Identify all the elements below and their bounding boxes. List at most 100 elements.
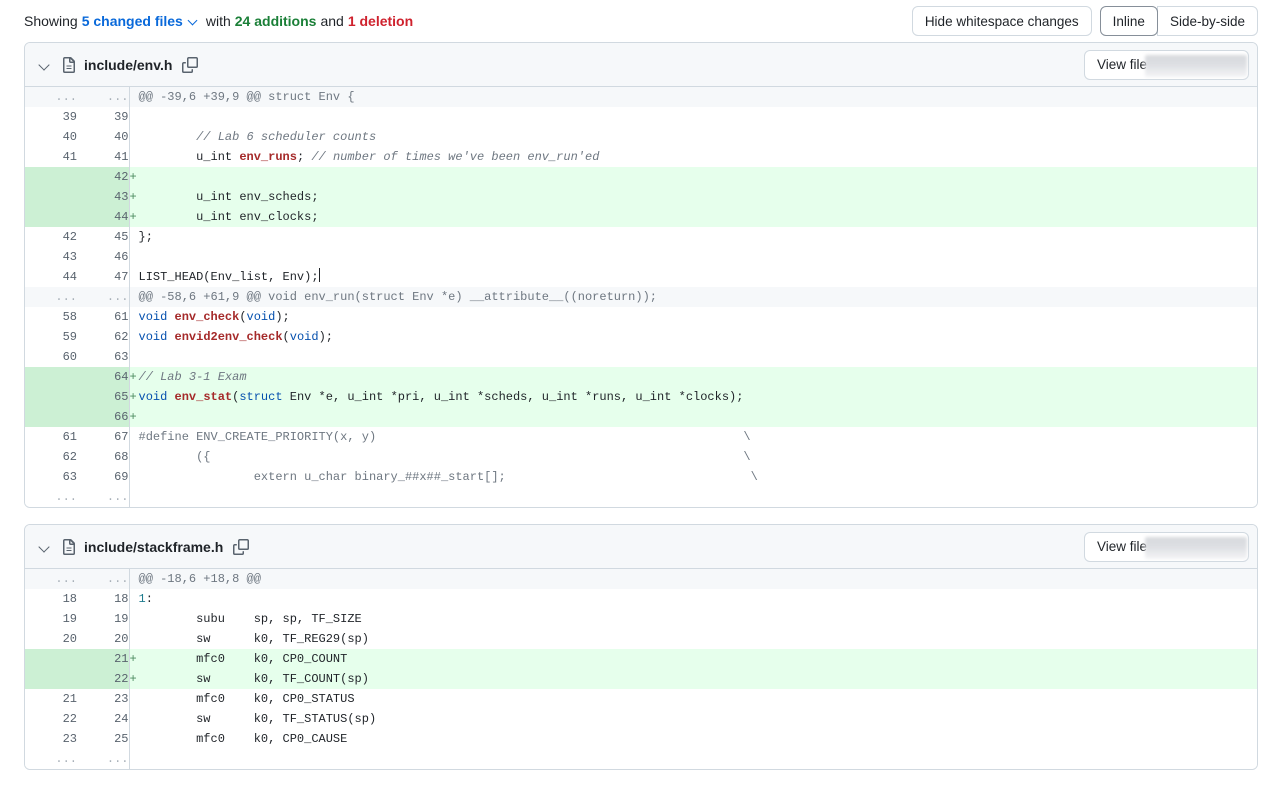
new-line-number[interactable]: 64 (77, 367, 130, 387)
diff-line-content[interactable]: }; (129, 227, 1257, 247)
old-line-number[interactable]: 63 (25, 467, 77, 487)
copy-to-clipboard-icon[interactable] (233, 538, 250, 555)
diff-line-content[interactable]: ({ \ (129, 447, 1257, 467)
new-line-number[interactable]: 45 (77, 227, 130, 247)
old-line-number[interactable] (25, 387, 77, 407)
old-line-number[interactable] (25, 187, 77, 207)
diff-line-content[interactable]: void envid2env_check(void); (129, 327, 1257, 347)
new-line-number[interactable]: 68 (77, 447, 130, 467)
old-line-number[interactable] (25, 167, 77, 187)
new-line-number[interactable]: ... (77, 487, 130, 507)
new-line-number[interactable]: 19 (77, 609, 130, 629)
old-line-number[interactable]: 19 (25, 609, 77, 629)
new-line-number[interactable]: 42 (77, 167, 130, 187)
new-line-number[interactable]: 69 (77, 467, 130, 487)
old-line-number[interactable]: 60 (25, 347, 77, 367)
old-line-number[interactable]: 23 (25, 729, 77, 749)
diff-line-content[interactable] (129, 487, 1257, 507)
chevron-down-icon[interactable] (37, 57, 53, 73)
view-file-button[interactable]: View file ( (1084, 49, 1249, 80)
old-line-number[interactable]: 41 (25, 147, 77, 167)
new-line-number[interactable]: 43 (77, 187, 130, 207)
diff-line-content[interactable]: @@ -39,6 +39,9 @@ struct Env { (129, 87, 1257, 107)
new-line-number[interactable]: 40 (77, 127, 130, 147)
new-line-number[interactable]: ... (77, 749, 130, 769)
old-line-number[interactable]: 62 (25, 447, 77, 467)
new-line-number[interactable]: 41 (77, 147, 130, 167)
diff-line-content[interactable]: sw k0, TF_REG29(sp) (129, 629, 1257, 649)
chevron-down-icon[interactable] (37, 539, 53, 555)
old-line-number[interactable] (25, 669, 77, 689)
diff-line-content[interactable]: + u_int env_clocks; (129, 207, 1257, 227)
old-line-number[interactable]: ... (25, 287, 77, 307)
old-line-number[interactable]: 21 (25, 689, 77, 709)
changed-files-link[interactable]: 5 changed files (82, 13, 183, 29)
new-line-number[interactable]: 63 (77, 347, 130, 367)
new-line-number[interactable]: 61 (77, 307, 130, 327)
old-line-number[interactable] (25, 649, 77, 669)
new-line-number[interactable]: ... (77, 569, 130, 589)
diff-line-content[interactable] (129, 107, 1257, 127)
diff-line-content[interactable]: sw k0, TF_STATUS(sp) (129, 709, 1257, 729)
old-line-number[interactable]: 58 (25, 307, 77, 327)
diff-line-content[interactable]: @@ -18,6 +18,8 @@ (129, 569, 1257, 589)
diff-line-content[interactable]: extern u_char binary_##x##_start[]; \ (129, 467, 1257, 487)
new-line-number[interactable]: 23 (77, 689, 130, 709)
new-line-number[interactable]: 67 (77, 427, 130, 447)
inline-view-button[interactable]: Inline (1099, 6, 1158, 36)
diff-line-content[interactable] (129, 247, 1257, 267)
old-line-number[interactable]: 42 (25, 227, 77, 247)
side-by-side-view-button[interactable]: Side-by-side (1156, 6, 1258, 36)
new-line-number[interactable]: 44 (77, 207, 130, 227)
diff-line-content[interactable]: + u_int env_scheds; (129, 187, 1257, 207)
diff-line-content[interactable]: subu sp, sp, TF_SIZE (129, 609, 1257, 629)
diff-line-content[interactable]: void env_check(void); (129, 307, 1257, 327)
file-path-label[interactable]: include/env.h (84, 57, 172, 73)
copy-to-clipboard-icon[interactable] (182, 56, 199, 73)
new-line-number[interactable]: ... (77, 87, 130, 107)
old-line-number[interactable] (25, 367, 77, 387)
diff-line-content[interactable]: // Lab 6 scheduler counts (129, 127, 1257, 147)
new-line-number[interactable]: 20 (77, 629, 130, 649)
new-line-number[interactable]: 25 (77, 729, 130, 749)
diff-line-content[interactable]: + sw k0, TF_COUNT(sp) (129, 669, 1257, 689)
diff-line-content[interactable]: 1: (129, 589, 1257, 609)
diff-line-content[interactable]: #define ENV_CREATE_PRIORITY(x, y) \ (129, 427, 1257, 447)
old-line-number[interactable]: 43 (25, 247, 77, 267)
old-line-number[interactable]: 22 (25, 709, 77, 729)
old-line-number[interactable] (25, 407, 77, 427)
diff-line-content[interactable]: +// Lab 3-1 Exam (129, 367, 1257, 387)
new-line-number[interactable]: 46 (77, 247, 130, 267)
old-line-number[interactable]: 61 (25, 427, 77, 447)
new-line-number[interactable]: 47 (77, 267, 130, 287)
diff-line-content[interactable]: @@ -58,6 +61,9 @@ void env_run(struct En… (129, 287, 1257, 307)
chevron-down-icon[interactable] (188, 15, 200, 27)
old-line-number[interactable]: 40 (25, 127, 77, 147)
diff-line-content[interactable] (129, 749, 1257, 769)
diff-line-content[interactable]: + (129, 407, 1257, 427)
new-line-number[interactable]: 65 (77, 387, 130, 407)
new-line-number[interactable]: 18 (77, 589, 130, 609)
new-line-number[interactable]: 62 (77, 327, 130, 347)
old-line-number[interactable]: 20 (25, 629, 77, 649)
old-line-number[interactable]: ... (25, 487, 77, 507)
diff-line-content[interactable]: + mfc0 k0, CP0_COUNT (129, 649, 1257, 669)
old-line-number[interactable]: 44 (25, 267, 77, 287)
old-line-number[interactable]: ... (25, 749, 77, 769)
old-line-number[interactable]: ... (25, 569, 77, 589)
diff-line-content[interactable]: mfc0 k0, CP0_CAUSE (129, 729, 1257, 749)
view-file-button[interactable]: View file ( (1084, 531, 1249, 562)
new-line-number[interactable]: 39 (77, 107, 130, 127)
new-line-number[interactable]: 66 (77, 407, 130, 427)
new-line-number[interactable]: 21 (77, 649, 130, 669)
diff-line-content[interactable]: mfc0 k0, CP0_STATUS (129, 689, 1257, 709)
diff-line-content[interactable]: + void env_stat(struct Env *e, u_int *pri… (129, 387, 1257, 407)
file-path-label[interactable]: include/stackframe.h (84, 539, 223, 555)
old-line-number[interactable]: 18 (25, 589, 77, 609)
old-line-number[interactable]: 59 (25, 327, 77, 347)
diff-line-content[interactable]: + (129, 167, 1257, 187)
diff-line-content[interactable]: LIST_HEAD(Env_list, Env); (129, 267, 1257, 287)
old-line-number[interactable]: ... (25, 87, 77, 107)
new-line-number[interactable]: ... (77, 287, 130, 307)
diff-line-content[interactable]: u_int env_runs; // number of times we've… (129, 147, 1257, 167)
